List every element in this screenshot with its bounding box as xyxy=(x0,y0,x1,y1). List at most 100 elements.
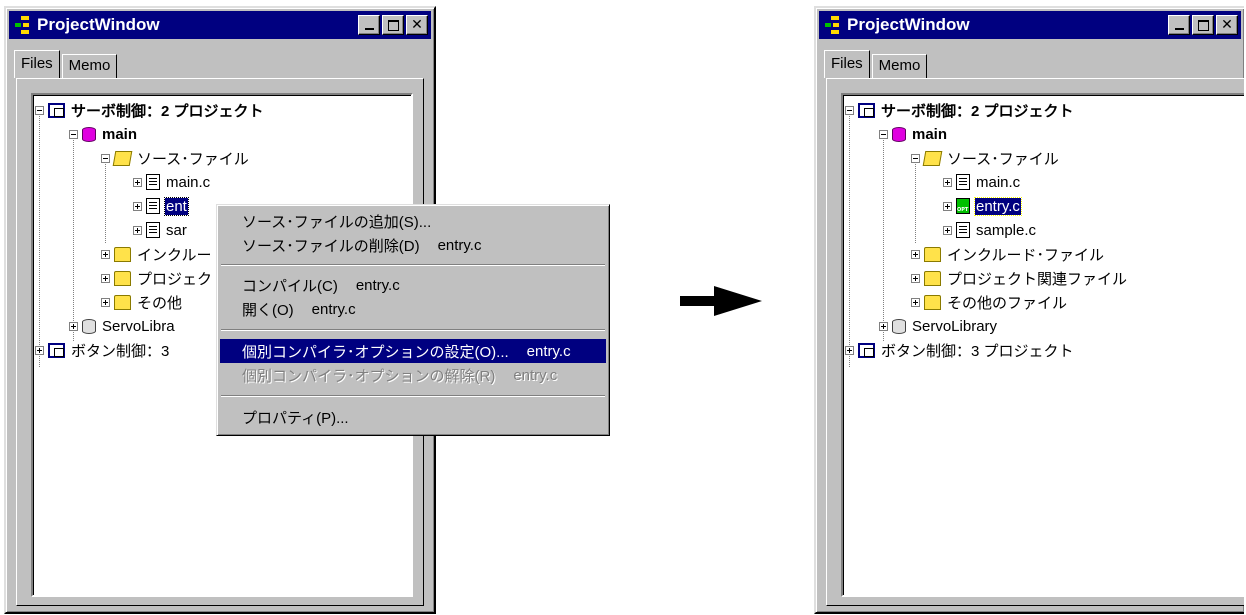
tree-node-other-folder[interactable]: その他のファイル xyxy=(911,291,1068,313)
expand-icon[interactable] xyxy=(35,345,44,355)
menu-item-clear-compiler-options[interactable]: 個別コンパイラ･オプションの解除(R) entry.c xyxy=(220,363,606,387)
tree-node-main[interactable]: main xyxy=(69,123,138,145)
expand-icon[interactable] xyxy=(911,273,920,283)
menu-item-add-source[interactable]: ソース･ファイルの追加(S)... xyxy=(220,209,606,233)
tree-node-label: プロジェクト関連ファイル xyxy=(947,270,1128,288)
tree-node-include-folder[interactable]: インクルー xyxy=(101,243,213,265)
maximize-button[interactable] xyxy=(382,15,404,35)
workspace-icon xyxy=(48,102,65,118)
tab-files[interactable]: Files xyxy=(14,50,60,78)
maximize-button[interactable] xyxy=(1192,15,1214,35)
source-file-icon xyxy=(146,174,160,190)
menu-item-arg: entry.c xyxy=(355,276,400,294)
tree-node-label: ボタン制御：3 プロジェクト xyxy=(881,342,1074,360)
tree-node-project-folder[interactable]: プロジェク xyxy=(101,267,213,289)
menu-item-set-compiler-options[interactable]: 個別コンパイラ･オプションの設定(O)... entry.c xyxy=(220,339,606,363)
tab-memo[interactable]: Memo xyxy=(61,54,118,78)
tab-files[interactable]: Files xyxy=(824,50,870,78)
tree-node-other-folder[interactable]: その他 xyxy=(101,291,183,313)
tree-node-sample-c[interactable]: sample.c xyxy=(943,219,1037,241)
expand-icon[interactable] xyxy=(69,321,78,331)
collapse-icon[interactable] xyxy=(845,105,854,115)
tree-node-source-folder[interactable]: ソース･ファイル xyxy=(101,147,250,169)
tree-node-project2[interactable]: ボタン制御：3 xyxy=(35,339,170,361)
right-arrow-icon xyxy=(680,286,762,316)
folder-icon xyxy=(924,246,941,262)
tree-node-servo-library[interactable]: ServoLibrary xyxy=(879,315,998,337)
tree-node-entry-c[interactable]: entry.c xyxy=(943,195,1022,217)
close-button[interactable]: ✕ xyxy=(406,15,428,35)
title-bar[interactable]: ProjectWindow ✕ xyxy=(9,11,431,39)
tree-node-label: main.c xyxy=(166,173,211,191)
tab-memo[interactable]: Memo xyxy=(871,54,928,78)
expand-icon[interactable] xyxy=(911,297,920,307)
menu-item-compile[interactable]: コンパイル(C) entry.c xyxy=(220,273,606,297)
source-file-icon xyxy=(146,198,160,214)
folder-icon xyxy=(114,246,131,262)
menu-separator xyxy=(221,395,605,397)
minimize-icon xyxy=(364,28,374,30)
collapse-icon[interactable] xyxy=(911,153,920,163)
tree-node-servo-library[interactable]: ServoLibra xyxy=(69,315,176,337)
menu-item-arg: entry.c xyxy=(311,300,356,318)
menu-item-remove-source[interactable]: ソース･ファイルの削除(D) entry.c xyxy=(220,233,606,257)
expand-icon[interactable] xyxy=(943,225,952,235)
expand-icon[interactable] xyxy=(943,201,952,211)
tree-node-label: サーボ制御：2 プロジェクト xyxy=(71,102,264,120)
collapse-icon[interactable] xyxy=(101,153,110,163)
tree-node-source-folder[interactable]: ソース･ファイル xyxy=(911,147,1060,169)
expand-icon[interactable] xyxy=(101,273,110,283)
tree-node-label: ServoLibra xyxy=(102,317,175,335)
tree-node-label: ServoLibrary xyxy=(912,317,998,335)
expand-icon[interactable] xyxy=(845,345,854,355)
expand-icon[interactable] xyxy=(879,321,888,331)
menu-item-arg: entry.c xyxy=(526,342,571,360)
close-icon: ✕ xyxy=(1221,17,1233,33)
minimize-button[interactable] xyxy=(1168,15,1190,35)
folder-open-icon xyxy=(922,150,943,166)
project-window-after: ProjectWindow ✕ Files Memo サーボ制御：2 プロジェク… xyxy=(814,6,1244,614)
close-icon: ✕ xyxy=(411,17,423,33)
project-tree[interactable]: サーボ制御：2 プロジェクト main ソース･ファイル main.c entr xyxy=(841,93,1244,597)
menu-item-open[interactable]: 開く(O) entry.c xyxy=(220,297,606,321)
library-icon xyxy=(82,318,96,334)
menu-item-arg: entry.c xyxy=(513,366,558,384)
maximize-icon xyxy=(1197,19,1209,31)
tree-node-entry-c[interactable]: ent xyxy=(133,195,189,217)
expand-icon[interactable] xyxy=(133,225,142,235)
expand-icon[interactable] xyxy=(101,297,110,307)
tree-node-project2[interactable]: ボタン制御：3 プロジェクト xyxy=(845,339,1075,361)
close-button[interactable]: ✕ xyxy=(1216,15,1238,35)
expand-icon[interactable] xyxy=(101,249,110,259)
project-window-icon xyxy=(15,15,31,35)
folder-open-icon xyxy=(112,150,133,166)
tree-node-include-folder[interactable]: インクルード･ファイル xyxy=(911,243,1105,265)
menu-separator xyxy=(221,329,605,331)
title-bar[interactable]: ProjectWindow ✕ xyxy=(819,11,1241,39)
tree-node-project1[interactable]: サーボ制御：2 プロジェクト xyxy=(35,99,265,121)
tree-node-sample-c[interactable]: sar xyxy=(133,219,188,241)
expand-icon[interactable] xyxy=(911,249,920,259)
collapse-icon[interactable] xyxy=(35,105,44,115)
menu-item-properties[interactable]: プロパティ(P)... xyxy=(220,405,606,429)
tree-node-label: その他のファイル xyxy=(947,294,1068,312)
tree-node-project1[interactable]: サーボ制御：2 プロジェクト xyxy=(845,99,1075,121)
files-panel: サーボ制御：2 プロジェクト main ソース･ファイル main.c entr xyxy=(826,78,1244,606)
tree-node-label: main xyxy=(102,125,138,143)
expand-icon[interactable] xyxy=(943,177,952,187)
tree-node-main-c[interactable]: main.c xyxy=(943,171,1021,193)
source-file-icon xyxy=(146,222,160,238)
folder-icon xyxy=(924,270,941,286)
collapse-icon[interactable] xyxy=(69,129,78,139)
tree-node-main[interactable]: main xyxy=(879,123,948,145)
menu-item-label: 個別コンパイラ･オプションの設定(O)... xyxy=(242,343,509,361)
tree-node-label: プロジェク xyxy=(137,270,213,288)
workspace-icon xyxy=(858,102,875,118)
tree-node-main-c[interactable]: main.c xyxy=(133,171,211,193)
folder-icon xyxy=(114,294,131,310)
minimize-button[interactable] xyxy=(358,15,380,35)
expand-icon[interactable] xyxy=(133,177,142,187)
collapse-icon[interactable] xyxy=(879,129,888,139)
tree-node-project-folder[interactable]: プロジェクト関連ファイル xyxy=(911,267,1128,289)
expand-icon[interactable] xyxy=(133,201,142,211)
